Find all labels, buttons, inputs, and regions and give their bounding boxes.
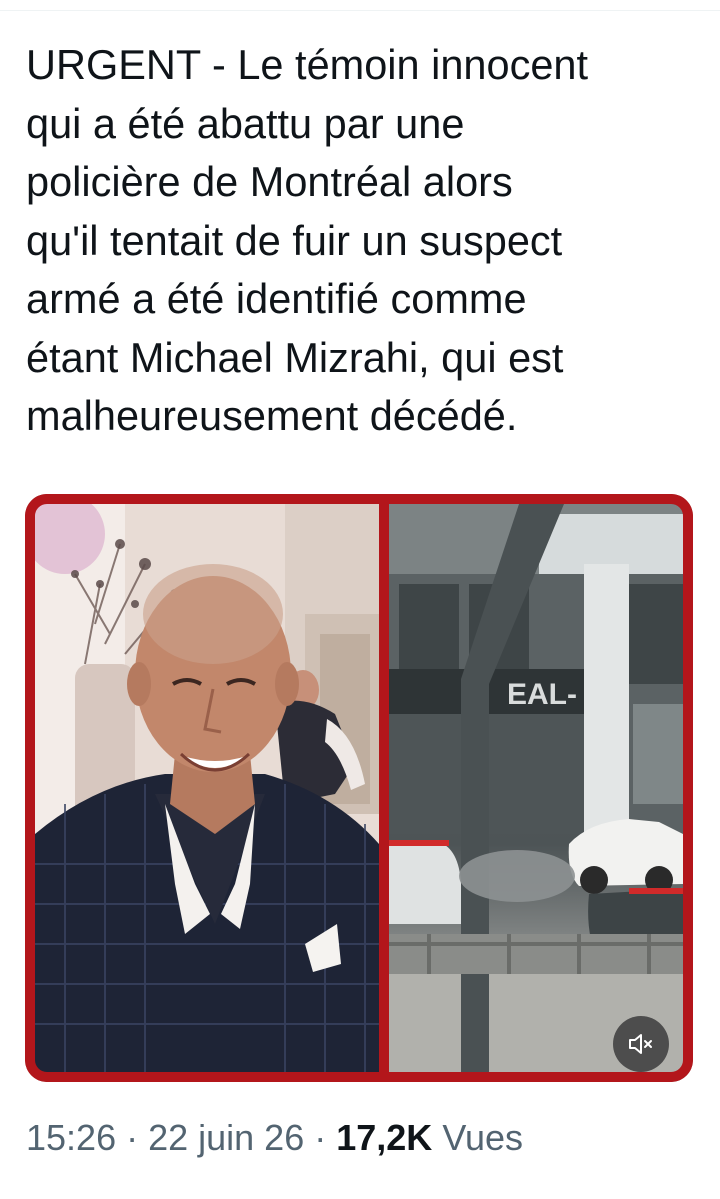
tweet-date[interactable]: 22 juin 26 xyxy=(148,1117,304,1158)
top-divider xyxy=(0,10,720,11)
mute-button[interactable] xyxy=(613,1016,669,1072)
tweet-media[interactable]: EAL- xyxy=(25,494,693,1082)
tweet-text: URGENT - Le témoin innocent qui a été ab… xyxy=(26,41,589,439)
meta-separator: · xyxy=(304,1117,337,1158)
speaker-muted-icon xyxy=(629,1034,652,1054)
tweet-time[interactable]: 15:26 xyxy=(26,1117,116,1158)
meta-separator: · xyxy=(116,1117,149,1158)
portrait-photo xyxy=(35,504,379,1072)
street-scene-video[interactable]: EAL- xyxy=(389,504,683,1072)
building-sign: EAL- xyxy=(507,678,577,711)
views-count[interactable]: 17,2K xyxy=(336,1117,432,1158)
tweet-meta: 15:26 · 22 juin 26 · 17,2K Vues xyxy=(26,1117,523,1159)
media-divider xyxy=(379,504,389,1072)
views-label: Vues xyxy=(432,1117,524,1158)
